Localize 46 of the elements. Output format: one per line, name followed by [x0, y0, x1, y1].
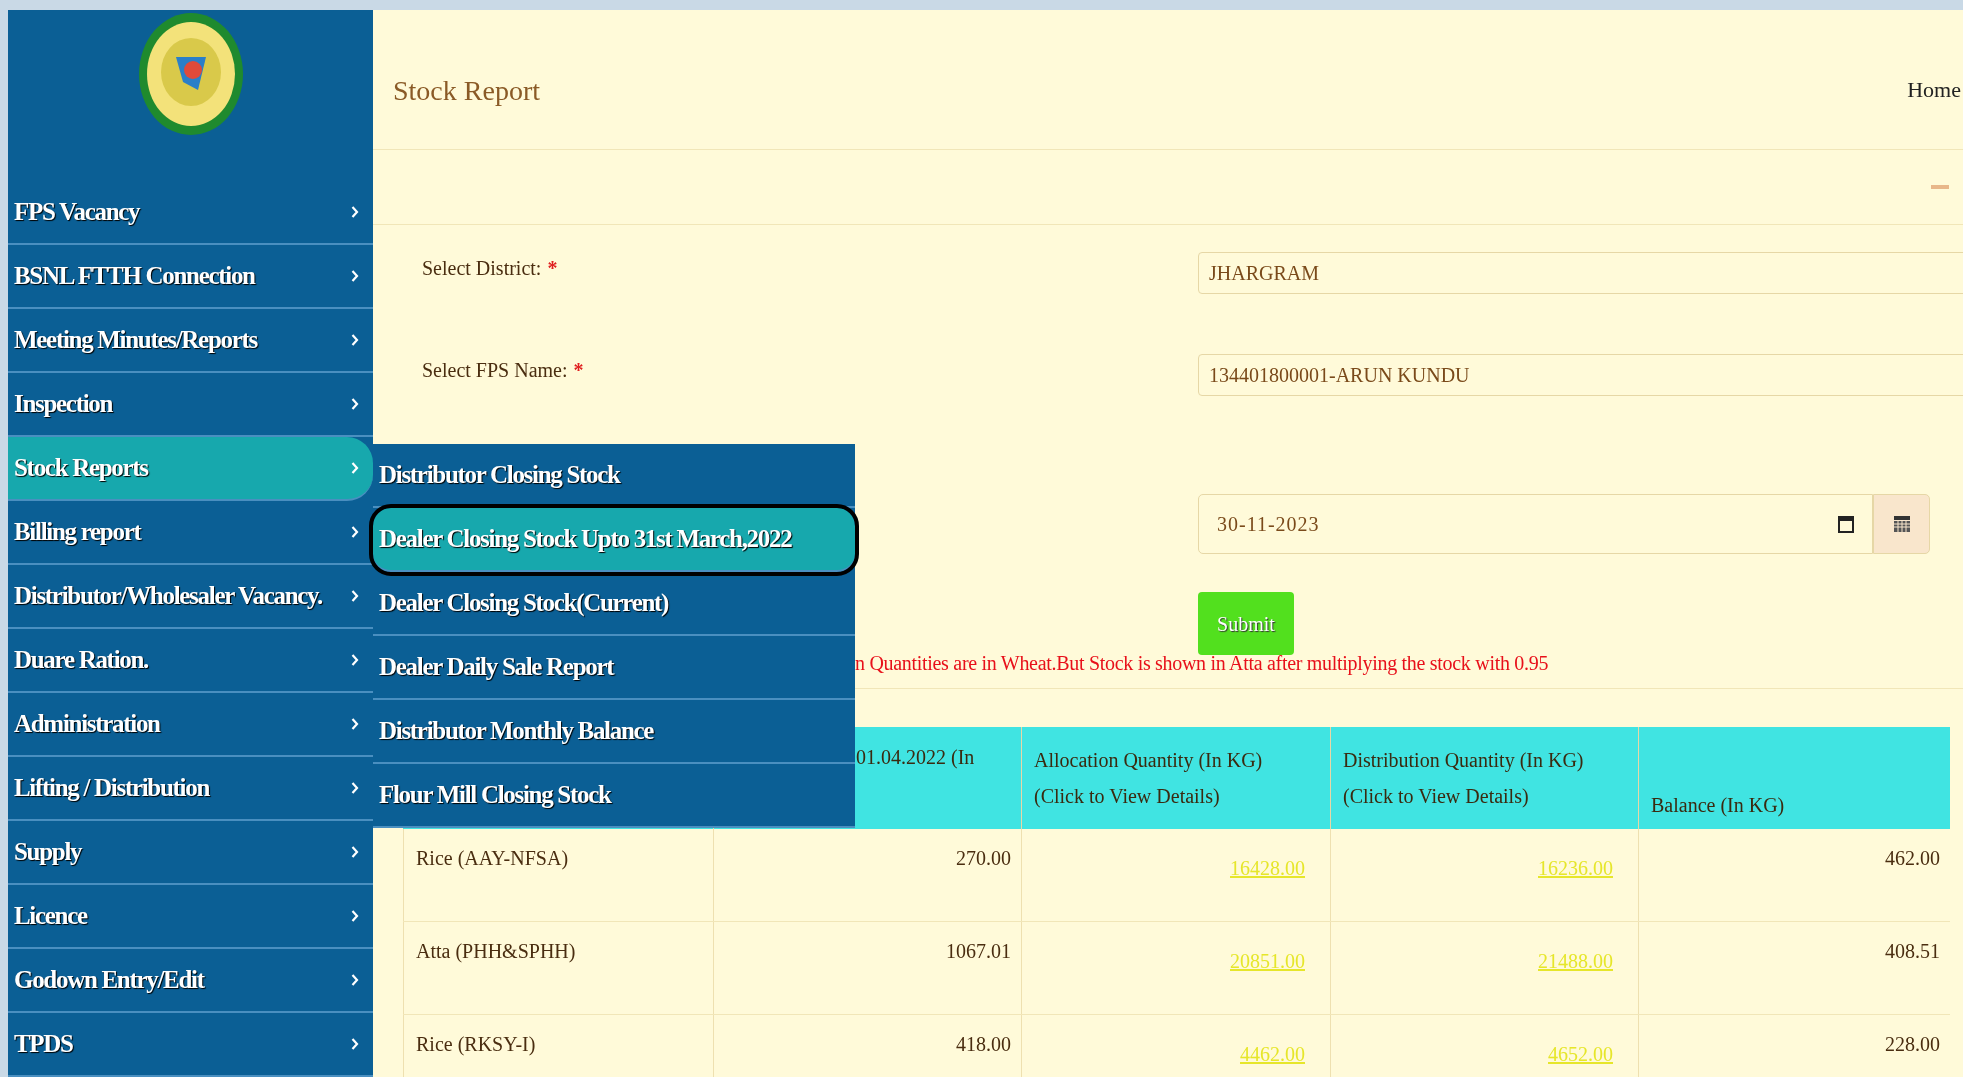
sidebar-item[interactable]: Distributor/Wholesaler Vacancy.	[8, 565, 373, 629]
field-label: Select FPS Name:	[422, 358, 568, 383]
calendar-button[interactable]	[1873, 494, 1930, 554]
column-header: (Click to View Details)	[1343, 784, 1530, 810]
page-title: Stock Report	[393, 73, 540, 108]
chevron-icon	[351, 397, 359, 411]
table-cell-text: 228.00	[1885, 1032, 1940, 1057]
table-cell-text: Rice (AAY-NFSA)	[416, 846, 569, 872]
chevron-icon	[351, 781, 359, 795]
select-field[interactable]: JHARGRAM	[1198, 252, 1963, 294]
home-link[interactable]: Home	[1907, 72, 1961, 106]
submenu-item[interactable]: Dealer Daily Sale Report	[373, 636, 855, 700]
chevron-icon	[351, 1037, 359, 1051]
calendar-icon	[1892, 515, 1911, 533]
submenu-item[interactable]: Distributor Monthly Balance	[373, 700, 855, 764]
chevron-icon	[351, 333, 359, 347]
table-cell-text: Rice (RKSY-I)	[416, 1032, 536, 1058]
field-label: Select District:	[422, 256, 542, 281]
table-cell-text: 408.51	[1885, 939, 1940, 964]
submenu-item[interactable]: Flour Mill Closing Stock	[373, 764, 855, 828]
column-header: Balance (In KG)	[1651, 793, 1786, 819]
chevron-icon	[351, 461, 359, 475]
chevron-icon	[351, 525, 359, 539]
chevron-icon	[351, 973, 359, 987]
table-cell-text: 418.00	[956, 1032, 1011, 1057]
date-field[interactable]: 30-11-2023	[1198, 494, 1873, 554]
chevron-icon	[351, 845, 359, 859]
column-header: (Click to View Details)	[1034, 784, 1221, 810]
column-header: 01.04.2022 (In	[856, 745, 976, 771]
required-mark: *	[573, 358, 584, 383]
chevron-icon	[351, 589, 359, 603]
table-cell-text: 1067.01	[946, 939, 1011, 964]
select-field[interactable]: 134401800001-ARUN KUNDU	[1198, 354, 1963, 396]
chevron-icon	[351, 717, 359, 731]
chevron-icon	[351, 653, 359, 667]
chevron-icon	[351, 909, 359, 923]
submenu-item[interactable]: Dealer Closing Stock(Current)	[373, 572, 855, 636]
column-header: Allocation Quantity (In KG)	[1034, 748, 1264, 774]
table-cell-text: Atta (PHH&SPHH)	[416, 939, 576, 965]
table-cell-text: 270.00	[956, 846, 1011, 871]
column-header: Distribution Quantity (In KG)	[1343, 748, 1585, 774]
chevron-icon	[351, 205, 359, 219]
table-cell-text: 462.00	[1885, 846, 1940, 871]
chevron-icon	[351, 269, 359, 283]
required-mark: *	[547, 256, 558, 281]
calendar-icon[interactable]	[1838, 515, 1854, 533]
